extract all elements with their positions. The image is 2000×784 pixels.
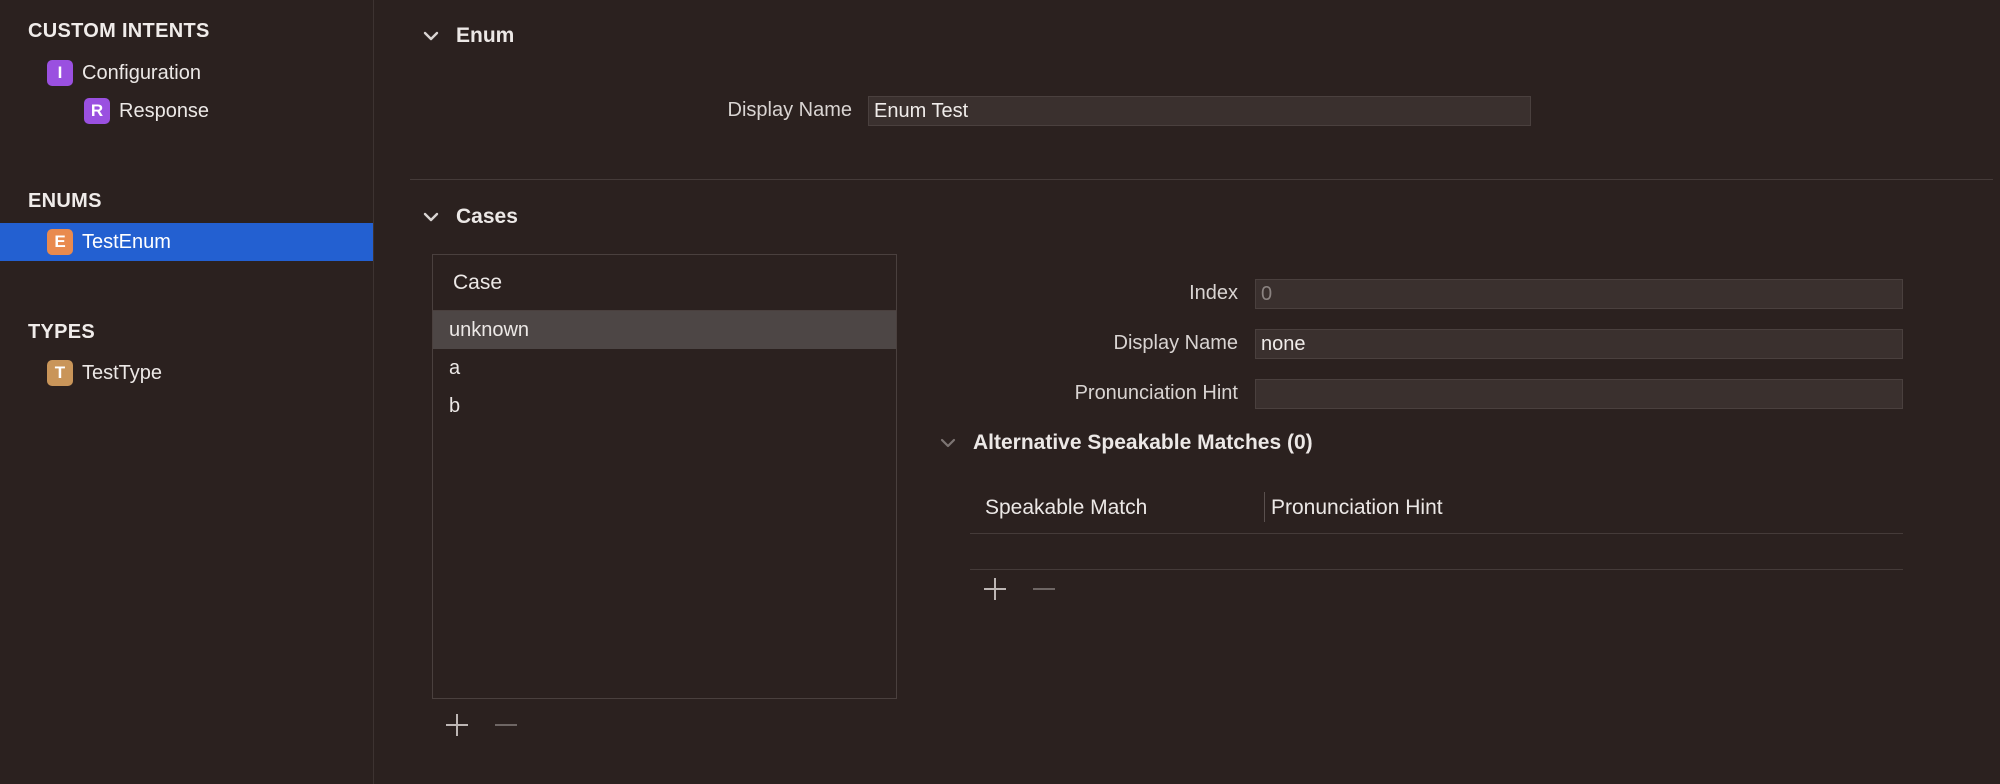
chevron-down-icon [940, 438, 956, 448]
case-row-unknown[interactable]: unknown [433, 311, 896, 349]
types-header: TYPES [28, 321, 96, 343]
type-badge-icon: T [47, 360, 73, 386]
cases-section-title: Cases [456, 205, 518, 228]
add-case-plus-icon[interactable] [443, 711, 471, 739]
intent-badge-icon: I [47, 60, 73, 86]
speakable-match-column-header[interactable]: Speakable Match [985, 485, 1147, 531]
chevron-down-icon [423, 31, 439, 41]
alt-matches-title: Alternative Speakable Matches (0) [973, 431, 1313, 454]
remove-match-minus-icon[interactable] [1030, 575, 1058, 603]
sidebar-item-label: TestType [82, 361, 163, 384]
sidebar-item-testenum[interactable]: E TestEnum [0, 223, 373, 261]
case-display-name-field[interactable]: none [1255, 329, 1903, 359]
chevron-down-icon [423, 212, 439, 222]
enum-display-name-label: Display Name [727, 99, 852, 121]
case-column-header[interactable]: Case [433, 255, 896, 311]
remove-case-minus-icon[interactable] [492, 711, 520, 739]
enum-section-toggle[interactable]: Enum [420, 24, 514, 48]
enum-section-title: Enum [456, 24, 515, 47]
index-label: Index [1189, 282, 1238, 304]
sidebar-item-label: Response [119, 99, 210, 122]
sidebar-item-configuration[interactable]: I Configuration [0, 54, 373, 92]
pronunciation-hint-label: Pronunciation Hint [1074, 382, 1238, 404]
case-list[interactable]: Case unknown a b [432, 254, 897, 699]
alt-matches-toggle[interactable]: Alternative Speakable Matches (0) [937, 431, 1313, 455]
pronunciation-hint-field[interactable] [1255, 379, 1903, 409]
case-row-a[interactable]: a [433, 349, 896, 387]
response-badge-icon: R [84, 98, 110, 124]
column-divider [1264, 492, 1265, 522]
add-match-plus-icon[interactable] [981, 575, 1009, 603]
case-row-b[interactable]: b [433, 387, 896, 425]
pronunciation-hint-column-header[interactable]: Pronunciation Hint [1271, 485, 1443, 531]
enums-header: ENUMS [28, 190, 102, 212]
custom-intents-header: CUSTOM INTENTS [28, 20, 210, 42]
table-header-divider [970, 533, 1903, 534]
enum-display-name-field[interactable]: Enum Test [868, 96, 1531, 126]
case-display-name-label: Display Name [1113, 332, 1238, 354]
sidebar-item-label: Configuration [82, 61, 201, 84]
index-field: 0 [1255, 279, 1903, 309]
sidebar-item-testtype[interactable]: T TestType [0, 354, 373, 392]
sidebar-item-label: TestEnum [82, 230, 171, 253]
table-bottom-divider [970, 569, 1903, 570]
enum-badge-icon: E [47, 229, 73, 255]
cases-section-toggle[interactable]: Cases [420, 205, 518, 229]
sidebar-item-response[interactable]: R Response [0, 92, 373, 130]
sidebar: CUSTOM INTENTS I Configuration R Respons… [0, 0, 374, 784]
section-divider [410, 179, 1993, 180]
